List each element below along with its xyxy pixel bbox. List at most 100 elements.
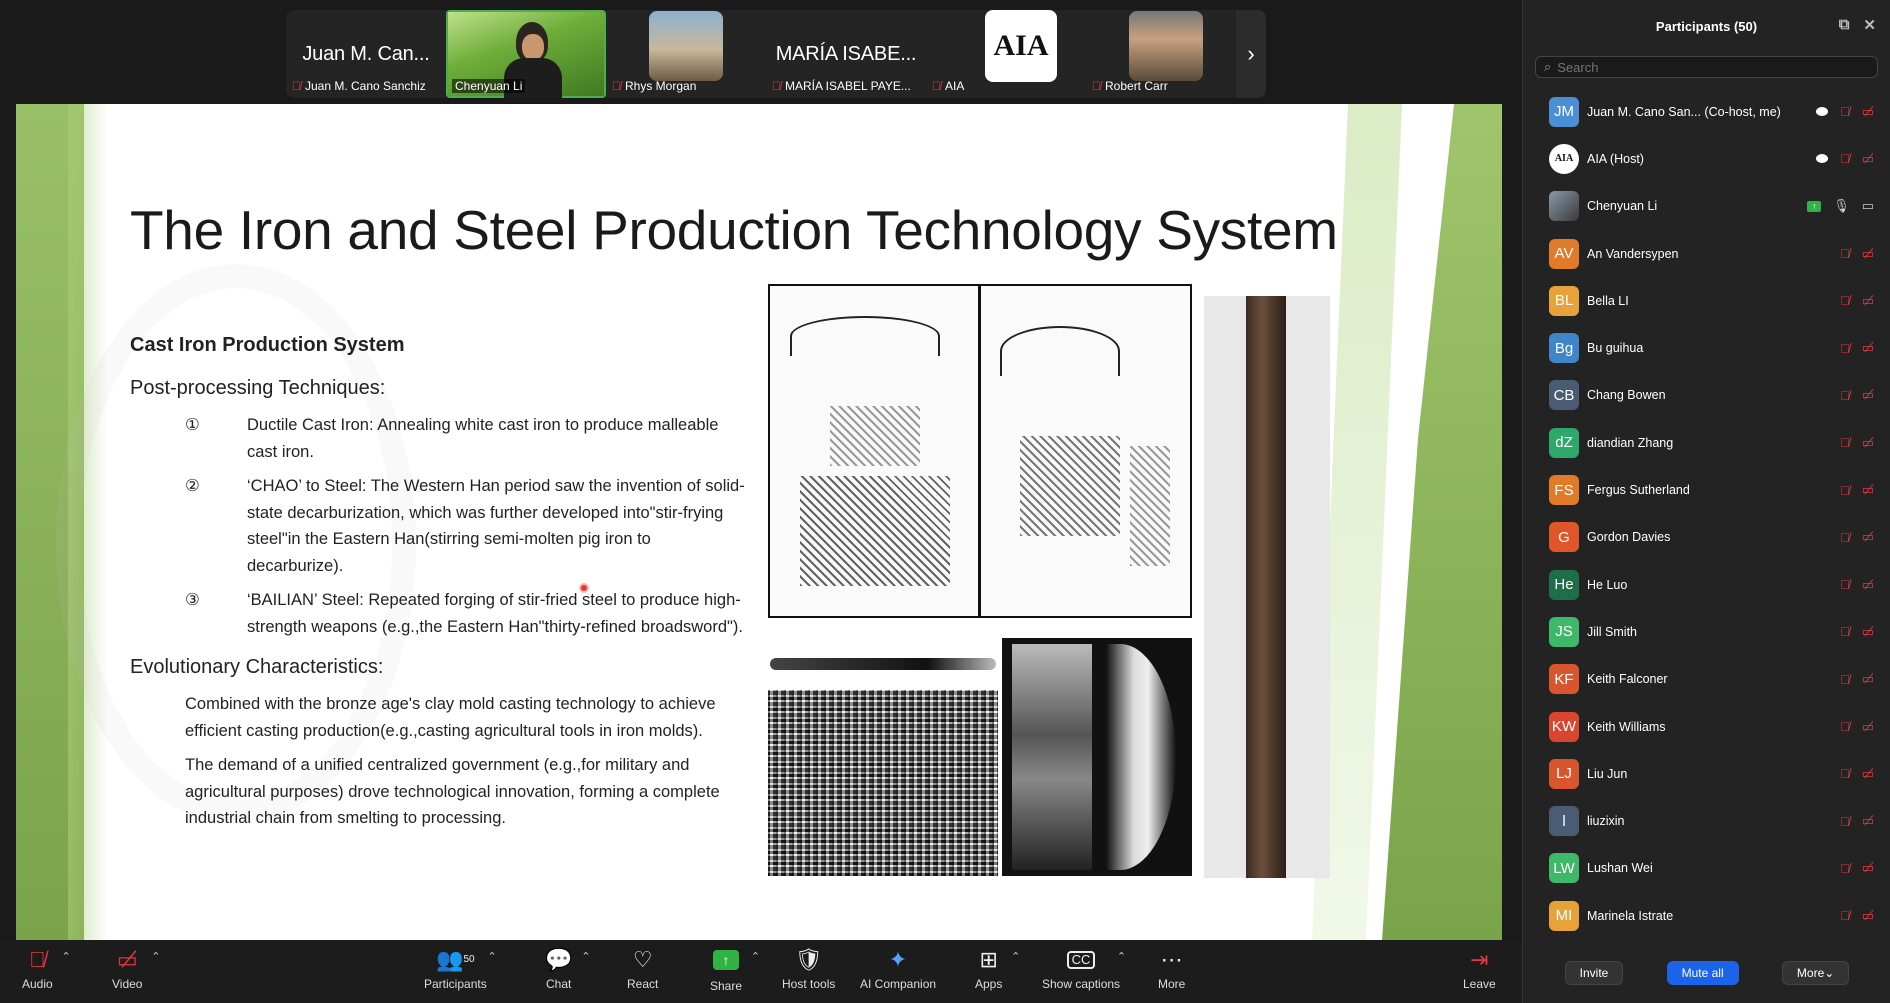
participant-row[interactable]: KW Keith Williams 🎙̸ ▭̸	[1523, 703, 1890, 750]
chevron-up-icon[interactable]: ⌃	[1011, 950, 1020, 963]
video-off-icon[interactable]: ▭̸	[1862, 387, 1874, 403]
video-off-icon[interactable]: ▭̸	[1862, 529, 1874, 545]
participant-status: 🎙̸ ▭̸	[1840, 908, 1874, 924]
more-icon: ⋯	[1160, 947, 1183, 972]
ai-companion-button[interactable]: ✦ AI Companion	[860, 946, 936, 991]
mic-muted-icon[interactable]: 🎙̸	[1840, 388, 1850, 403]
chat-button[interactable]: 💬 Chat ⌃	[545, 946, 590, 991]
video-off-icon[interactable]: ▭̸	[1862, 151, 1874, 167]
mic-icon[interactable]: 🎙	[1833, 198, 1850, 214]
participant-row[interactable]: KF Keith Falconer 🎙̸ ▭̸	[1523, 656, 1890, 703]
video-off-icon[interactable]: ▭̸	[1862, 104, 1874, 120]
mic-muted-icon[interactable]: 🎙̸	[1840, 624, 1850, 639]
video-off-icon[interactable]: ▭̸	[1862, 246, 1874, 262]
video-button[interactable]: ▭̸ Video ⌃	[112, 946, 160, 991]
participant-row[interactable]: He He Luo 🎙̸ ▭̸	[1523, 561, 1890, 608]
participant-row[interactable]: FS Fergus Sutherland 🎙̸ ▭̸	[1523, 466, 1890, 513]
chevron-up-icon[interactable]: ⌃	[581, 950, 590, 963]
woodcut-figures	[830, 406, 920, 466]
video-tile-robert[interactable]: 🎙̸ Robert Carr	[1086, 10, 1246, 98]
mic-muted-icon[interactable]: 🎙̸	[1840, 246, 1850, 261]
participant-row[interactable]: G Gordon Davies 🎙̸ ▭̸	[1523, 514, 1890, 561]
video-icon[interactable]: ▭	[1862, 198, 1874, 214]
chevron-up-icon[interactable]: ⌃	[751, 950, 760, 963]
mic-muted-icon[interactable]: 🎙̸	[1840, 435, 1850, 450]
react-button[interactable]: ♡ React	[627, 946, 658, 991]
tile-nameplate: 🎙̸ AIA	[932, 79, 964, 93]
participant-row[interactable]: LJ Liu Jun 🎙̸ ▭̸	[1523, 750, 1890, 797]
leave-button[interactable]: ⇥ Leave	[1463, 946, 1496, 991]
mic-muted-icon[interactable]: 🎙̸	[1840, 908, 1850, 923]
video-off-icon[interactable]: ▭̸	[1862, 719, 1874, 735]
participant-row[interactable]: JM Juan M. Cano San... (Co-host, me) 🎙̸ ▭…	[1523, 88, 1890, 135]
pop-out-icon[interactable]: ⧉	[1839, 16, 1850, 34]
mic-muted-icon[interactable]: 🎙̸	[1840, 530, 1850, 545]
share-button[interactable]: ↑ Share ⌃	[710, 946, 760, 993]
video-off-icon[interactable]: ▭̸	[1862, 671, 1874, 687]
panel-more-button[interactable]: More ⌄	[1781, 961, 1850, 985]
mic-muted-icon[interactable]: 🎙̸	[1840, 814, 1850, 829]
item-text: ‘CHAO’ to Steel: The Western Han period …	[247, 477, 745, 575]
video-off-icon[interactable]: ▭̸	[1862, 766, 1874, 782]
chevron-right-icon[interactable]: ›	[1236, 10, 1266, 98]
invite-button[interactable]: Invite	[1564, 961, 1624, 985]
video-off-icon[interactable]: ▭̸	[1862, 908, 1874, 924]
chevron-up-icon[interactable]: ⌃	[1117, 950, 1126, 963]
participant-row[interactable]: MI Marinela Istrate 🎙̸ ▭̸	[1523, 892, 1890, 939]
panel-header-actions: ⧉ ✕	[1839, 16, 1876, 34]
participant-row[interactable]: LW Lushan Wei 🎙̸ ▭̸	[1523, 845, 1890, 892]
search-input[interactable]	[1557, 59, 1858, 75]
participant-row[interactable]: AIA AIA (Host) 🎙̸ ▭̸	[1523, 135, 1890, 182]
mic-muted-icon[interactable]: 🎙̸	[1840, 861, 1850, 876]
video-off-icon[interactable]: ▭̸	[1862, 577, 1874, 593]
leave-icon: ⇥	[1470, 947, 1489, 972]
show-captions-button[interactable]: CC Show captions ⌃	[1042, 946, 1126, 991]
annotation-pointer	[579, 583, 589, 593]
video-off-icon[interactable]: ▭̸	[1862, 293, 1874, 309]
mic-muted-icon[interactable]: 🎙̸	[1840, 483, 1850, 498]
participants-button[interactable]: 👥50 Participants ⌃	[424, 946, 497, 991]
video-off-icon[interactable]: ▭̸	[1862, 813, 1874, 829]
participant-row[interactable]: l liuzixin 🎙̸ ▭̸	[1523, 797, 1890, 844]
video-tile-aia[interactable]: AIA 🎙̸ AIA	[926, 10, 1086, 98]
video-off-icon[interactable]: ▭̸	[1862, 340, 1874, 356]
video-off-icon[interactable]: ▭̸	[1862, 435, 1874, 451]
audio-button[interactable]: 🎙̸ Audio ⌃	[22, 946, 71, 991]
slide-body: Cast Iron Production System Post-process…	[130, 334, 770, 840]
avatar: He	[1549, 569, 1579, 600]
more-button[interactable]: ⋯ More	[1158, 946, 1185, 991]
participant-row[interactable]: JS Jill Smith 🎙̸ ▭̸	[1523, 608, 1890, 655]
close-icon[interactable]: ✕	[1863, 16, 1876, 34]
mic-muted-icon[interactable]: 🎙̸	[1840, 577, 1850, 592]
chevron-up-icon[interactable]: ⌃	[151, 950, 160, 963]
participant-search[interactable]: ⌕	[1535, 56, 1878, 78]
profile-photo	[649, 11, 723, 81]
video-off-icon[interactable]: ▭̸	[1862, 624, 1874, 640]
mic-muted-icon[interactable]: 🎙̸	[1840, 293, 1850, 308]
host-tools-button[interactable]: 🛡 Host tools	[782, 946, 835, 991]
avatar: Bg	[1549, 333, 1579, 364]
mic-muted-icon[interactable]: 🎙̸	[1840, 672, 1850, 687]
chevron-up-icon[interactable]: ⌃	[61, 950, 70, 963]
mic-muted-icon[interactable]: 🎙̸	[1840, 104, 1850, 119]
participant-row[interactable]: BL Bella LI 🎙̸ ▭̸	[1523, 277, 1890, 324]
participant-row[interactable]: Bg Bu guihua 🎙̸ ▭̸	[1523, 324, 1890, 371]
mic-muted-icon[interactable]: 🎙̸	[1840, 151, 1850, 166]
video-off-icon[interactable]: ▭̸	[1862, 482, 1874, 498]
mic-muted-icon[interactable]: 🎙̸	[1840, 766, 1850, 781]
mute-all-button[interactable]: Mute all	[1666, 961, 1739, 985]
apps-button[interactable]: ⊞ Apps ⌃	[975, 946, 1020, 991]
participant-row[interactable]: dZ diandian Zhang 🎙̸ ▭̸	[1523, 419, 1890, 466]
video-off-icon[interactable]: ▭̸	[1862, 860, 1874, 876]
participant-row[interactable]: Chenyuan Li ↑ 🎙 ▭	[1523, 183, 1890, 230]
share-label: Share	[710, 979, 743, 993]
video-tile-rhys[interactable]: 🎙̸ Rhys Morgan	[606, 10, 766, 98]
video-tile-chenyuan-active-speaker[interactable]: Chenyuan Li	[446, 10, 606, 98]
mic-muted-icon[interactable]: 🎙̸	[1840, 341, 1850, 356]
video-tile-juan[interactable]: Juan M. Can... 🎙̸ Juan M. Cano Sanchiz	[286, 10, 446, 98]
video-tile-maria[interactable]: MARÍA ISABE... 🎙̸ MARÍA ISABEL PAYE...	[766, 10, 926, 98]
mic-muted-icon[interactable]: 🎙̸	[1840, 719, 1850, 734]
chevron-up-icon[interactable]: ⌃	[487, 950, 496, 963]
participant-row[interactable]: AV An Vandersypen 🎙̸ ▭̸	[1523, 230, 1890, 277]
participant-row[interactable]: CB Chang Bowen 🎙̸ ▭̸	[1523, 372, 1890, 419]
